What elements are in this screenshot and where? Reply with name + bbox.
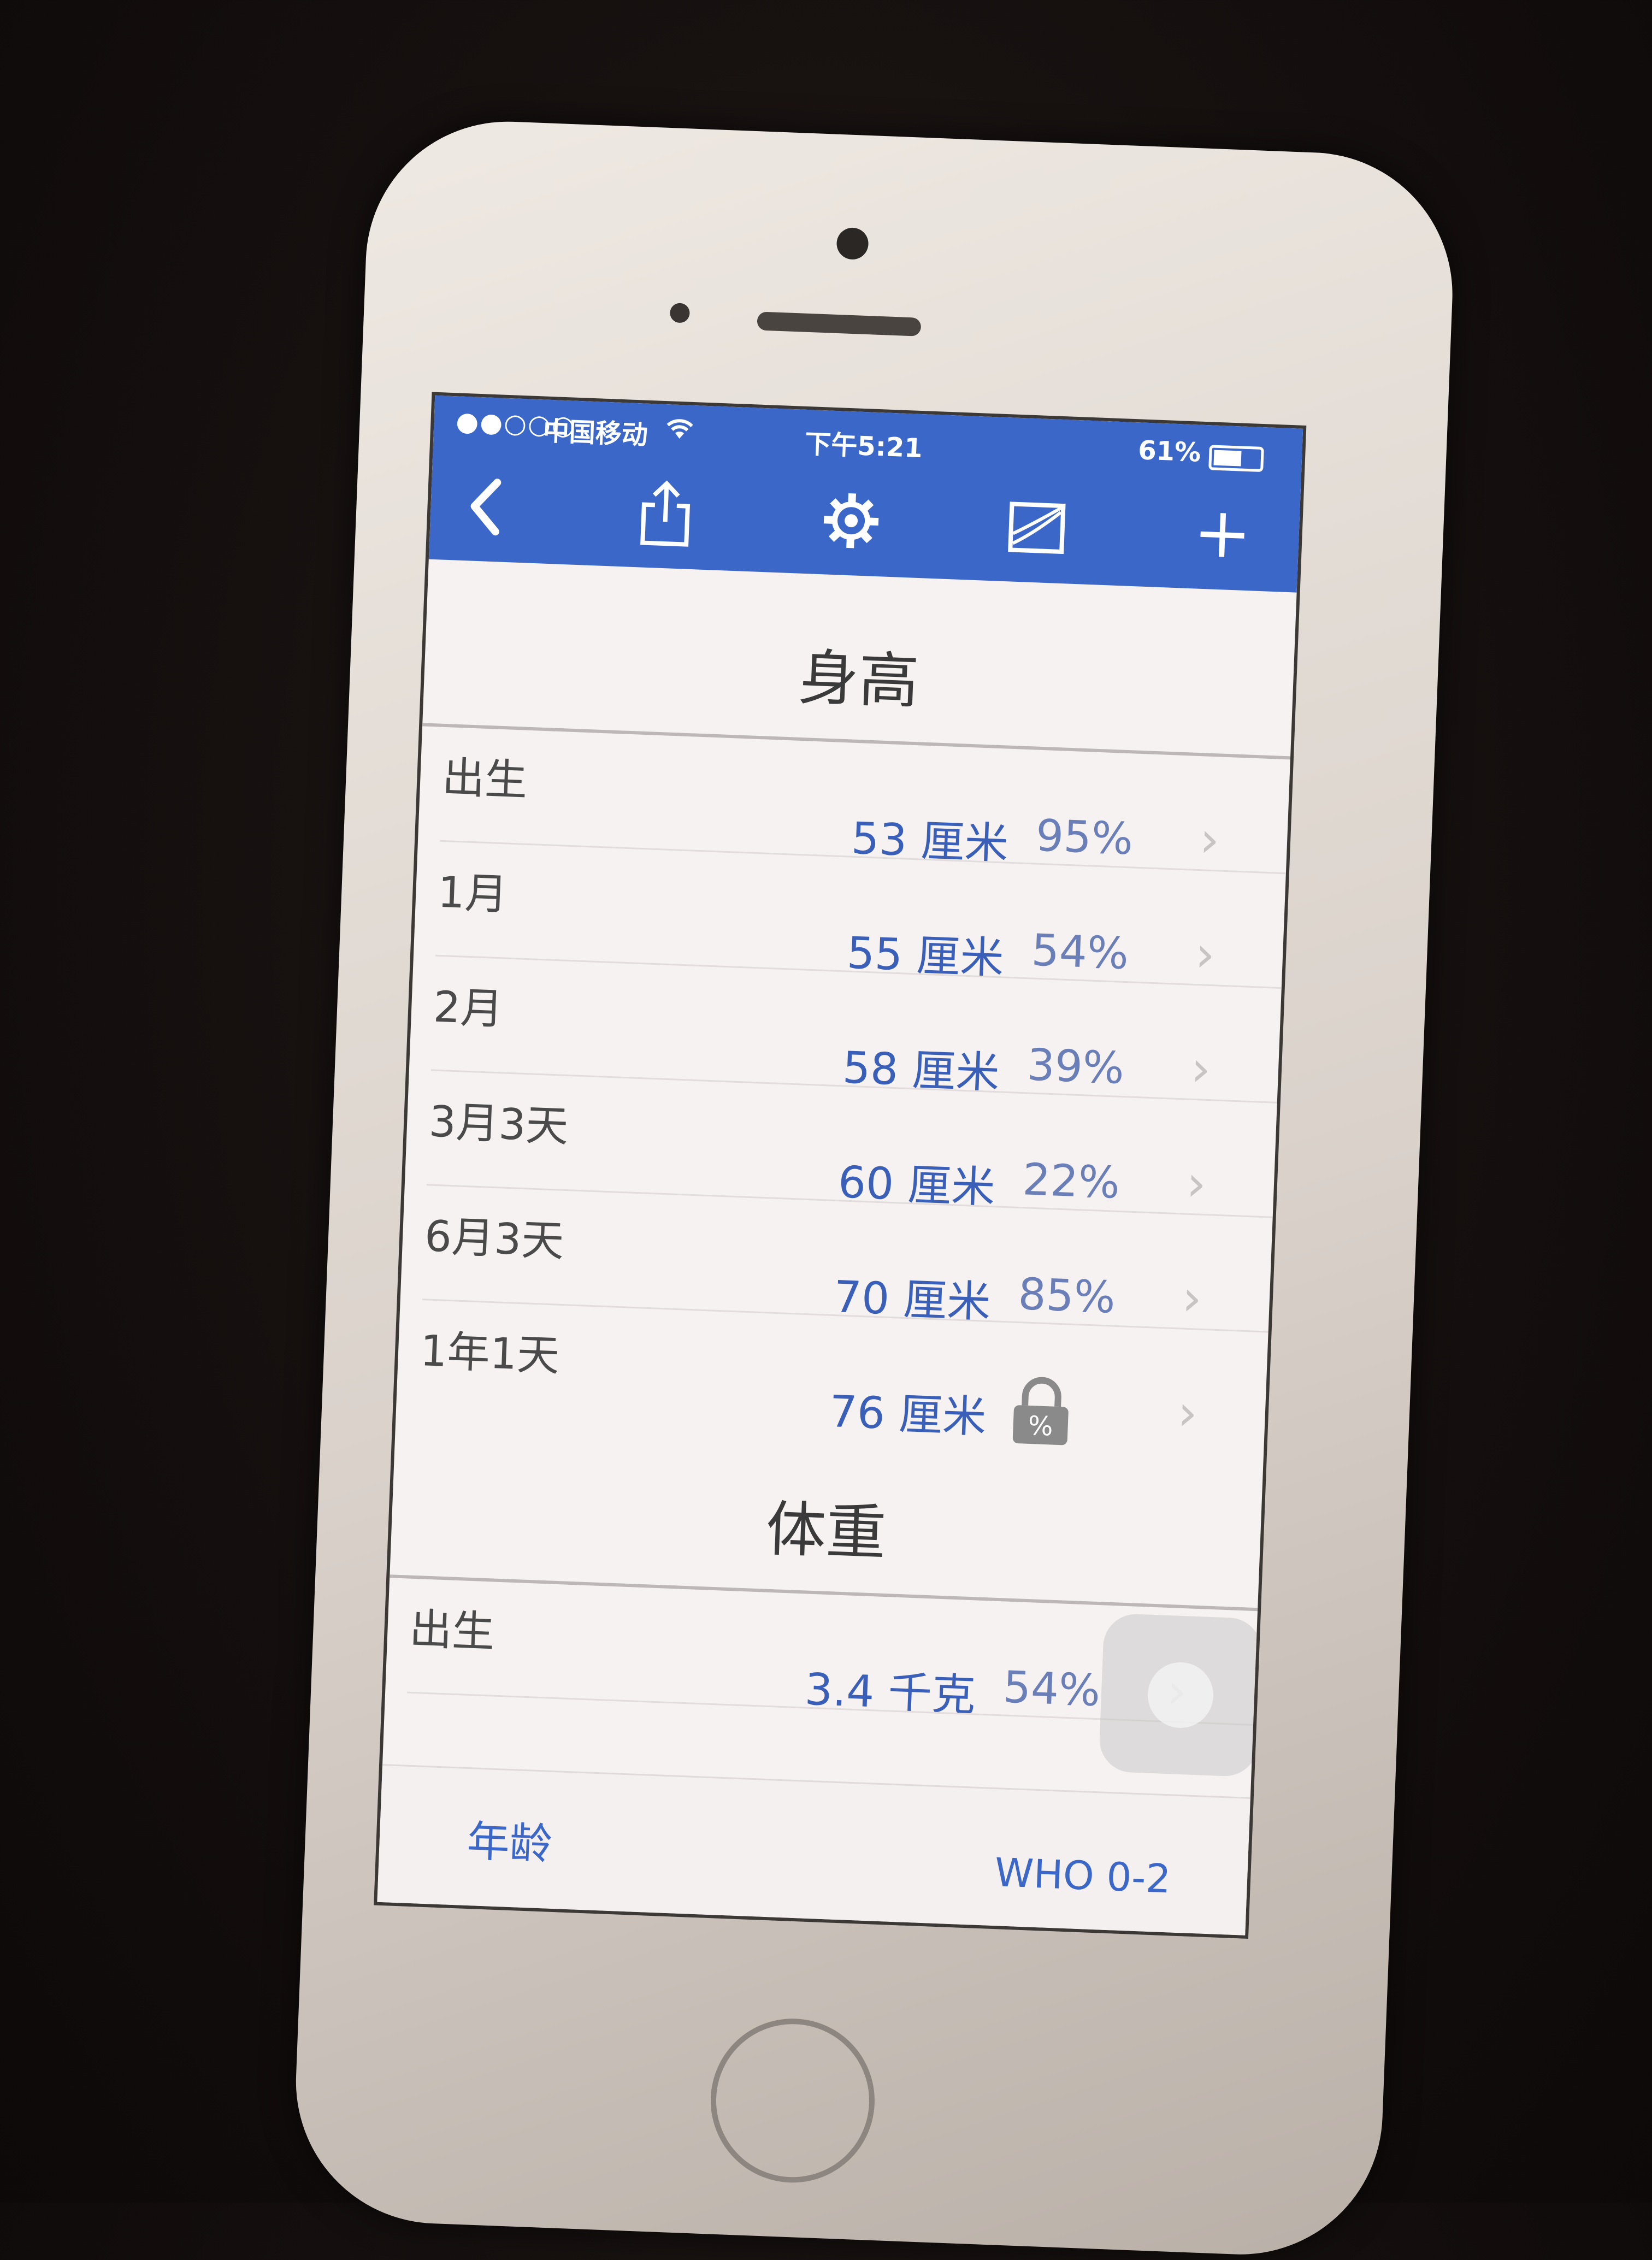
row-age: 6月3天 — [423, 1212, 565, 1266]
lock-percent-symbol: % — [1028, 1411, 1054, 1442]
height-section-title: 身高 — [797, 642, 921, 717]
row-age: 3月3天 — [428, 1097, 570, 1152]
chevron-left-icon[interactable] — [446, 467, 525, 546]
wifi-icon — [663, 414, 697, 449]
chevron-right-icon: › — [1185, 1154, 1207, 1213]
weight-section-title: 体重 — [764, 1494, 888, 1568]
row-age: 2月 — [432, 982, 504, 1035]
row-percentile: 54% — [1030, 924, 1130, 979]
chevron-right-icon: › — [1181, 1269, 1203, 1327]
chevron-right-icon: › — [1199, 811, 1221, 869]
row-percentile: 54% — [1002, 1661, 1101, 1716]
battery-percent: 61% — [1137, 435, 1202, 468]
plus-icon[interactable] — [1183, 495, 1262, 575]
row-age: 1月 — [436, 868, 509, 920]
lock-icon[interactable]: % — [1007, 1374, 1075, 1448]
chevron-right-icon: › — [1194, 925, 1217, 984]
chevron-right-icon: › — [1190, 1040, 1212, 1099]
proximity-sensor — [669, 303, 691, 323]
growth-list: 身高 出生 53 厘米 95% › 1月 55 厘米 54% › 2月 58 厘… — [382, 559, 1296, 1793]
assistive-touch-icon — [1146, 1661, 1215, 1730]
phone: ●●○○○ 中国移动 下午5:21 61% 身高 出生 53 厘米 95% › … — [291, 116, 1458, 2260]
home-button[interactable] — [707, 2015, 878, 2186]
row-age: 出生 — [441, 753, 529, 806]
row-value: 76 厘米 — [828, 1385, 988, 1443]
front-camera — [836, 227, 869, 261]
row-age: 出生 — [408, 1604, 496, 1657]
age-button[interactable]: 年龄 — [466, 1807, 553, 1872]
carrier-name: 中国移动 — [542, 416, 648, 451]
nav-bar: ●●○○○ 中国移动 下午5:21 61% — [428, 395, 1303, 593]
earpiece-speaker — [757, 311, 922, 337]
chart-icon[interactable] — [997, 488, 1076, 568]
row-percentile: 39% — [1026, 1039, 1125, 1094]
row-percentile: 95% — [1035, 810, 1134, 865]
clock: 下午5:21 — [804, 428, 923, 464]
share-icon[interactable] — [626, 474, 705, 553]
battery-icon — [1208, 445, 1264, 473]
row-percentile: 85% — [1017, 1268, 1117, 1323]
chevron-right-icon: › — [1176, 1384, 1199, 1442]
assistive-touch-button[interactable] — [1098, 1613, 1263, 1778]
row-percentile: 22% — [1022, 1154, 1121, 1208]
screen: ●●○○○ 中国移动 下午5:21 61% 身高 出生 53 厘米 95% › … — [374, 392, 1307, 1939]
bottom-toolbar: 年龄 WHO 0-2 — [377, 1763, 1250, 1936]
who-standard-button[interactable]: WHO 0-2 — [994, 1849, 1171, 1902]
row-age: 1年1天 — [419, 1326, 560, 1381]
gear-icon[interactable] — [811, 481, 890, 560]
